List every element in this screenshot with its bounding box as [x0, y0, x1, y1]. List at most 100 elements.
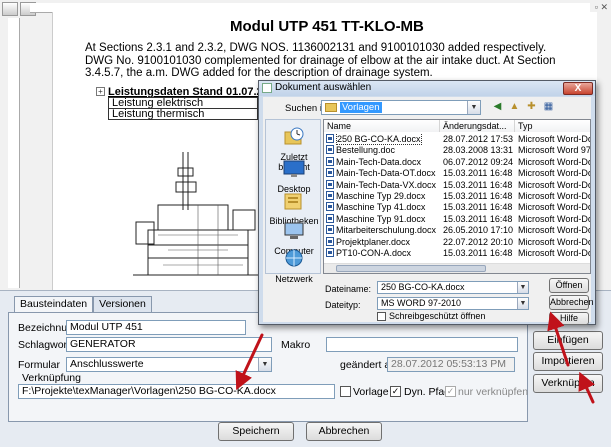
- dateityp-value: MS WORD 97-2010: [381, 298, 462, 308]
- document-icon: [262, 83, 272, 93]
- vorlage-checkbox[interactable]: [340, 386, 351, 397]
- importieren-button[interactable]: Importieren: [533, 352, 603, 371]
- makro-field[interactable]: [326, 337, 518, 352]
- tab-bausteindaten[interactable]: Bausteindaten: [14, 296, 94, 313]
- abbrechen-button[interactable]: Abbrechen: [306, 422, 382, 441]
- schreibgeschuetzt-checkbox[interactable]: [377, 312, 386, 321]
- table-move-handle-icon[interactable]: +: [96, 87, 105, 96]
- word-document-icon: [326, 156, 334, 166]
- scrollbar-thumb[interactable]: [336, 265, 486, 272]
- file-date: 06.07.2012 09:24: [443, 156, 514, 167]
- file-open-dialog: Dokument auswählen X Suchen in: Vorlagen…: [258, 80, 596, 325]
- column-header-type[interactable]: Typ: [515, 120, 590, 132]
- dialog-title: Dokument auswählen: [275, 82, 372, 93]
- schreibgeschuetzt-label: Schreibgeschützt öffnen: [389, 311, 486, 321]
- einfuegen-button[interactable]: Einfügen: [533, 331, 603, 350]
- place-netzwerk[interactable]: Netzwerk: [266, 248, 322, 284]
- nur-verknuepfen-checkbox: ✓: [445, 386, 456, 397]
- nur-verknuepfen-label: nur verknüpfen: [458, 386, 529, 398]
- file-row[interactable]: Maschine Typ 41.docx 15.03.2011 16:48 Micr…: [324, 202, 590, 213]
- tab-versionen[interactable]: Versionen: [93, 296, 152, 312]
- verknuepfen-button[interactable]: Verknüpfen: [533, 374, 603, 393]
- file-row[interactable]: Main-Tech-Data-OT.docx 15.03.2011 16:48 Mi…: [324, 168, 590, 179]
- file-name-cell: Projektplaner.docx: [326, 236, 440, 248]
- file-name-cell: Maschine Typ 29.docx: [326, 191, 440, 202]
- file-date: 26.05.2010 17:10: [443, 225, 514, 236]
- file-type: Microsoft Word-Doku...: [518, 156, 590, 167]
- dateityp-select[interactable]: MS WORD 97-2010 ▼: [377, 297, 529, 310]
- file-type: Microsoft Word-Doku...: [518, 179, 590, 190]
- file-name: Bestellung.doc: [336, 145, 396, 156]
- doc-paragraph: At Sections 2.3.1 and 2.3.2, DWG NOS. 11…: [85, 42, 547, 54]
- technical-drawing: [133, 152, 263, 276]
- file-row[interactable]: Main-Tech-Data-VX.docx 15.03.2011 16:48 Mi…: [324, 179, 590, 191]
- file-name: 250 BG-CO-KA.docx: [336, 134, 422, 145]
- dyn-pfad-label: Dyn. Pfad: [404, 386, 451, 398]
- file-name-cell: 250 BG-CO-KA.docx: [326, 134, 440, 145]
- file-date: 15.03.2011 16:48: [443, 213, 513, 224]
- dialog-body: Suchen in: Vorlagen ▼ ◀ ▲ ✚ ▦ Zuletzt be…: [263, 97, 594, 325]
- word-document-icon: [326, 225, 334, 235]
- chevron-down-icon[interactable]: ▼: [258, 358, 271, 371]
- column-header-date[interactable]: Änderungsdat...: [440, 120, 515, 132]
- chevron-down-icon[interactable]: ▼: [467, 101, 480, 114]
- dialog-abbrechen-button[interactable]: Abbrechen: [549, 295, 594, 310]
- table-row: Leistung thermisch: [108, 108, 258, 120]
- file-row[interactable]: Main-Tech-Data.docx 06.07.2012 09:24 Micro…: [324, 156, 590, 168]
- column-header-name[interactable]: Name: [324, 120, 440, 132]
- place-desktop[interactable]: Desktop: [266, 158, 322, 194]
- file-name-cell: Maschine Typ 91.docx: [326, 213, 440, 225]
- vertical-ruler: [8, 18, 20, 288]
- speichern-button[interactable]: Speichern: [218, 422, 294, 441]
- word-document-icon: [326, 191, 334, 200]
- word-document-icon: [326, 134, 334, 143]
- libraries-icon: [284, 193, 302, 210]
- chevron-down-icon[interactable]: ▼: [517, 282, 528, 293]
- file-row[interactable]: Mitarbeiterschulung.docx 26.05.2010 17:10…: [324, 225, 590, 236]
- file-type: Microsoft Word-Doku...: [518, 236, 590, 247]
- file-name: Mitarbeiterschulung.docx: [336, 225, 437, 236]
- file-date: 15.03.2011 16:48: [443, 248, 513, 258]
- close-icon[interactable]: X: [563, 82, 593, 95]
- view-menu-icon[interactable]: ▦: [542, 100, 555, 113]
- dialog-nav-toolbar: ◀ ▲ ✚ ▦: [491, 100, 555, 113]
- hilfe-button[interactable]: Hilfe: [549, 312, 589, 325]
- dyn-pfad-checkbox[interactable]: ✓: [390, 386, 401, 397]
- formular-select[interactable]: Anschlusswerte ▼: [66, 357, 272, 372]
- file-row[interactable]: Bestellung.doc 28.03.2008 13:31 Microsoft …: [324, 145, 590, 156]
- horizontal-scrollbar[interactable]: [324, 263, 590, 273]
- formular-value: Anschlusswerte: [70, 358, 144, 370]
- back-icon[interactable]: ◀: [491, 100, 504, 113]
- dateiname-field[interactable]: 250 BG-CO-KA.docx ▼: [377, 281, 529, 294]
- file-name-cell: Maschine Typ 41.docx: [326, 202, 440, 213]
- file-name-cell: PT10-CON-A.docx: [326, 248, 440, 259]
- file-list[interactable]: Name Änderungsdat... Typ 250 BG-CO-KA.do…: [323, 119, 591, 274]
- dateityp-label: Dateityp:: [325, 300, 361, 310]
- file-row[interactable]: 250 BG-CO-KA.docx 28.07.2012 17:53 Microso…: [324, 134, 590, 145]
- verknuepfung-path-field[interactable]: F:\Projekte\texManager\Vorlagen\250 BG-C…: [18, 384, 335, 399]
- places-bar: Zuletzt besucht Desktop Bibliotheken Com…: [265, 119, 322, 284]
- new-folder-icon[interactable]: ✚: [525, 100, 538, 113]
- file-type: Microsoft Word-Doku...: [518, 191, 590, 201]
- dialog-titlebar[interactable]: Dokument auswählen X: [259, 81, 595, 96]
- file-row[interactable]: Maschine Typ 91.docx 15.03.2011 16:48 Micr…: [324, 213, 590, 225]
- suchen-in-select[interactable]: Vorlagen ▼: [321, 100, 481, 115]
- file-name: Main-Tech-Data-OT.docx: [336, 168, 436, 179]
- file-row[interactable]: Maschine Typ 29.docx 15.03.2011 16:48 Micr…: [324, 191, 590, 202]
- file-row[interactable]: PT10-CON-A.docx 15.03.2011 16:48 Microsoft…: [324, 248, 590, 259]
- document-title: Modul UTP 451 TT-KLO-MB: [230, 18, 424, 35]
- file-name-cell: Main-Tech-Data.docx: [326, 156, 440, 168]
- oeffnen-button[interactable]: Öffnen: [549, 278, 589, 293]
- file-date: 28.07.2012 17:53: [443, 134, 514, 144]
- makro-label: Makro: [281, 339, 311, 351]
- file-name: Maschine Typ 29.docx: [336, 191, 426, 201]
- file-type: Microsoft Word-Doku...: [518, 225, 590, 236]
- schlagworte-field[interactable]: GENERATOR: [66, 337, 272, 352]
- toolbar-button[interactable]: [2, 2, 18, 16]
- bezeichnung-field[interactable]: Modul UTP 451: [66, 320, 246, 335]
- file-name: Maschine Typ 91.docx: [336, 213, 426, 224]
- file-row[interactable]: Projektplaner.docx 22.07.2012 20:10 Micros…: [324, 236, 590, 248]
- chevron-down-icon[interactable]: ▼: [517, 298, 528, 309]
- up-folder-icon[interactable]: ▲: [508, 100, 521, 113]
- window-controls-icon[interactable]: ▫ ✕: [595, 2, 608, 13]
